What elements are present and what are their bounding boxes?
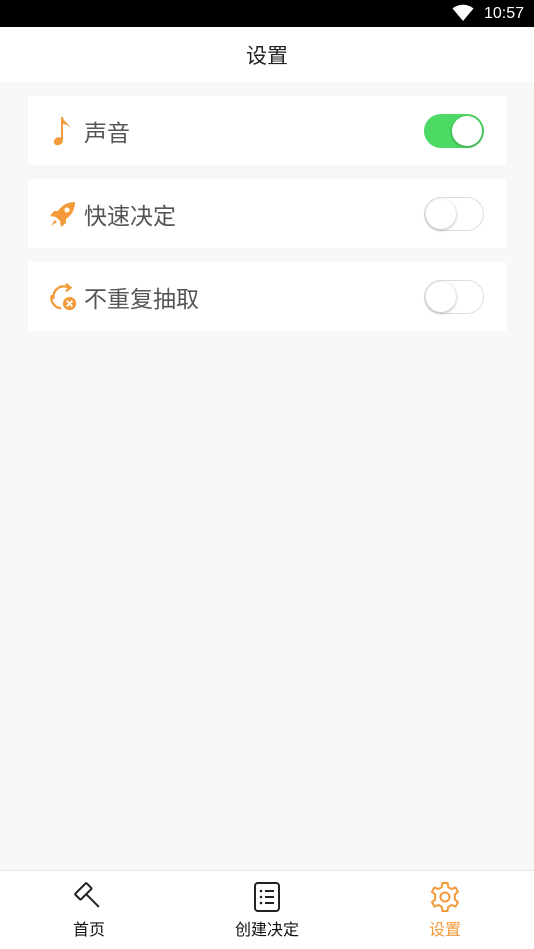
gear-icon — [430, 882, 460, 912]
toggle-knob — [452, 115, 482, 146]
setting-label: 不重复抽取 — [84, 286, 199, 313]
tab-label: 创建决定 — [234, 920, 299, 939]
no-repeat-toggle[interactable] — [424, 279, 484, 314]
tab-label: 设置 — [428, 920, 461, 939]
status-time: 10:57 — [483, 5, 524, 22]
quick-decide-toggle[interactable] — [424, 196, 484, 231]
rocket-icon — [48, 198, 78, 230]
status-bar: 10:57 — [0, 0, 534, 27]
wifi-icon — [452, 4, 474, 21]
list-icon — [254, 882, 280, 912]
app-header: 设置 — [0, 27, 534, 82]
toggle-knob — [426, 281, 456, 312]
setting-row-sound: 声音 — [28, 96, 506, 165]
tab-settings[interactable]: 设置 — [356, 871, 534, 949]
no-repeat-icon — [48, 281, 78, 313]
tab-home[interactable]: 首页 — [0, 871, 178, 949]
music-note-icon — [48, 115, 78, 147]
tab-label: 首页 — [72, 920, 105, 939]
setting-row-no-repeat: 不重复抽取 — [28, 262, 506, 331]
tab-create-decision[interactable]: 创建决定 — [178, 871, 356, 949]
setting-row-quick-decide: 快速决定 — [28, 179, 506, 248]
settings-list: 声音 快速决定 不重复抽取 — [28, 96, 506, 345]
setting-label: 声音 — [84, 120, 130, 147]
page-title: 设置 — [246, 43, 288, 68]
bottom-tab-bar: 首页 创建决定 设置 — [0, 870, 534, 949]
setting-label: 快速决定 — [84, 203, 176, 230]
sound-toggle[interactable] — [424, 113, 484, 148]
gavel-icon — [74, 882, 100, 908]
toggle-knob — [426, 198, 456, 229]
